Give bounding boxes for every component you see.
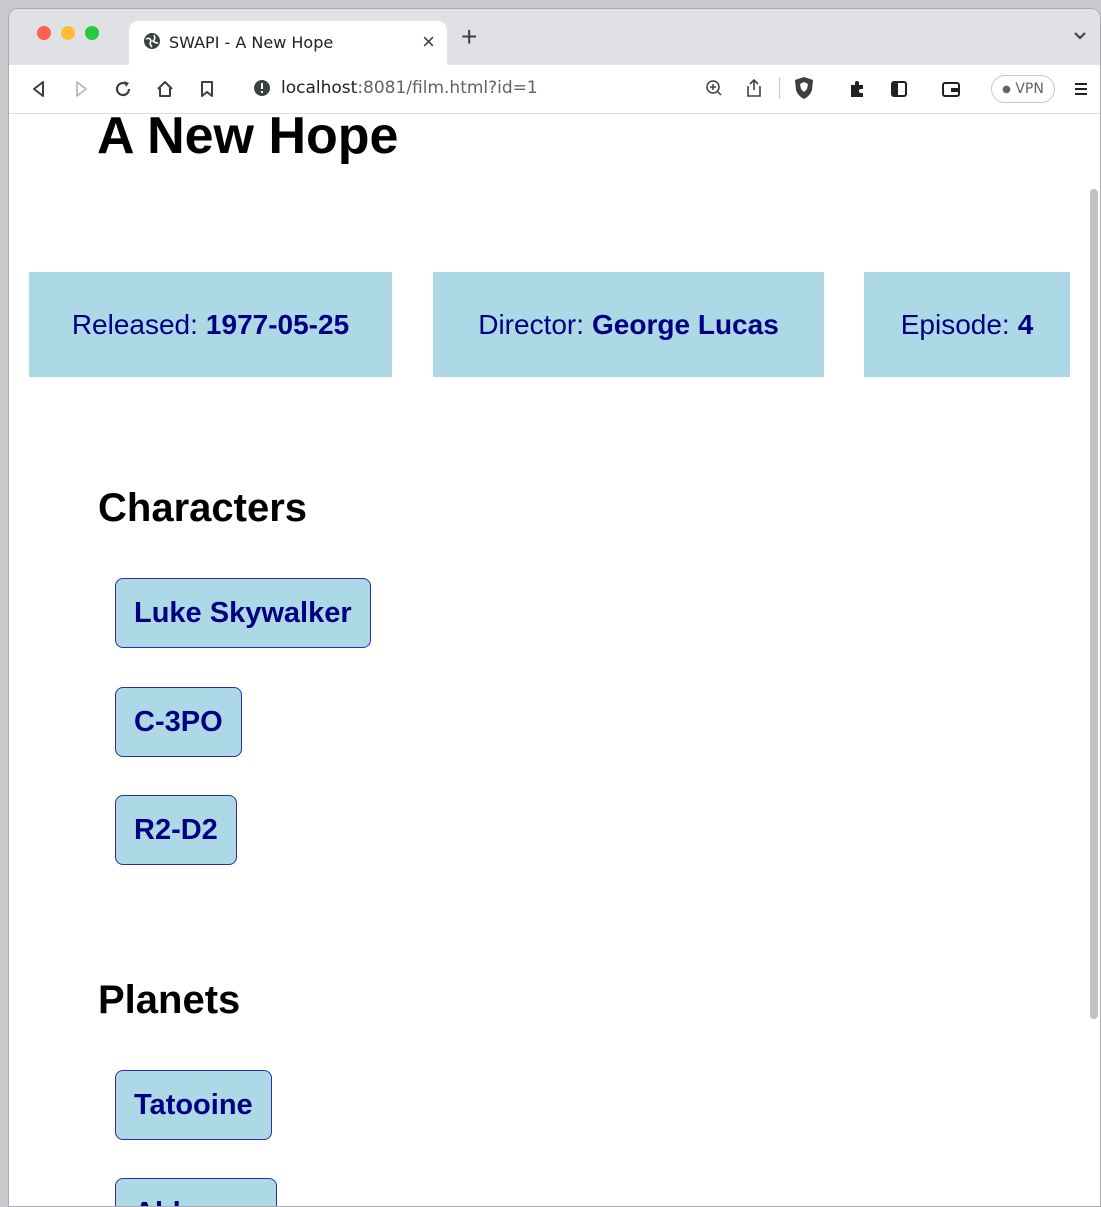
director-box: Director: George Lucas (433, 272, 824, 377)
page-title: A New Hope (97, 114, 399, 165)
director-value: George Lucas (592, 308, 779, 340)
menu-icon[interactable] (1071, 79, 1091, 99)
released-box: Released: 1977-05-25 (29, 272, 392, 377)
forward-icon[interactable] (71, 79, 91, 99)
maximize-window-button[interactable] (85, 26, 99, 40)
extensions-icon[interactable] (847, 79, 867, 99)
back-icon[interactable] (29, 79, 49, 99)
characters-heading: Characters (98, 486, 308, 530)
info-icon[interactable] (253, 79, 271, 97)
brave-shield-icon[interactable] (793, 76, 815, 100)
tab-title: SWAPI - A New Hope (169, 33, 334, 52)
divider (779, 77, 780, 99)
url-text[interactable]: localhost:8081/film.html?id=1 (281, 78, 538, 98)
share-icon[interactable] (745, 78, 763, 98)
character-link-r2-d2[interactable]: R2-D2 (115, 795, 237, 865)
character-link-c-3po[interactable]: C-3PO (115, 687, 242, 757)
released-value: 1977-05-25 (205, 308, 350, 340)
zoom-icon[interactable] (705, 79, 723, 97)
close-window-button[interactable] (37, 26, 51, 40)
chevron-down-icon[interactable] (1072, 27, 1088, 43)
character-link-luke-skywalker[interactable]: Luke Skywalker (115, 578, 371, 648)
vpn-button[interactable]: ● VPN (991, 75, 1055, 103)
new-tab-button[interactable]: + (461, 23, 477, 51)
reload-icon[interactable] (113, 79, 133, 99)
wallet-icon[interactable] (941, 79, 961, 99)
sidebar-icon[interactable] (889, 79, 909, 99)
episode-value: 4 (1017, 308, 1034, 340)
home-icon[interactable] (155, 79, 175, 99)
browser-window: SWAPI - A New Hope × + localhost:8081/fi… (8, 8, 1101, 1207)
tab-active[interactable]: SWAPI - A New Hope × (129, 21, 447, 65)
director-label: Director: (478, 308, 585, 340)
address-bar[interactable]: localhost:8081/film.html?id=1 (239, 69, 829, 107)
planet-link-alderaan[interactable]: Alderaan (115, 1178, 278, 1206)
scrollbar[interactable] (1090, 189, 1098, 1019)
tab-strip: SWAPI - A New Hope × + (9, 9, 1100, 65)
episode-box: Episode: 4 (864, 272, 1070, 377)
planet-link-tatooine[interactable]: Tatooine (115, 1070, 272, 1140)
released-label: Released: (71, 308, 198, 340)
planets-heading: Planets (98, 978, 241, 1022)
tab-close-icon[interactable]: × (422, 29, 435, 55)
vpn-status-dot: ● (1002, 84, 1011, 95)
minimize-window-button[interactable] (61, 26, 75, 40)
browser-toolbar: localhost:8081/film.html?id=1 ● VPN (9, 65, 1100, 114)
page-content: A New Hope Released: 1977-05-25 Director… (9, 114, 1100, 1206)
globe-icon (144, 33, 160, 49)
bookmark-icon[interactable] (197, 79, 217, 99)
episode-label: Episode: (900, 308, 1010, 340)
vpn-label: VPN (1015, 81, 1044, 97)
